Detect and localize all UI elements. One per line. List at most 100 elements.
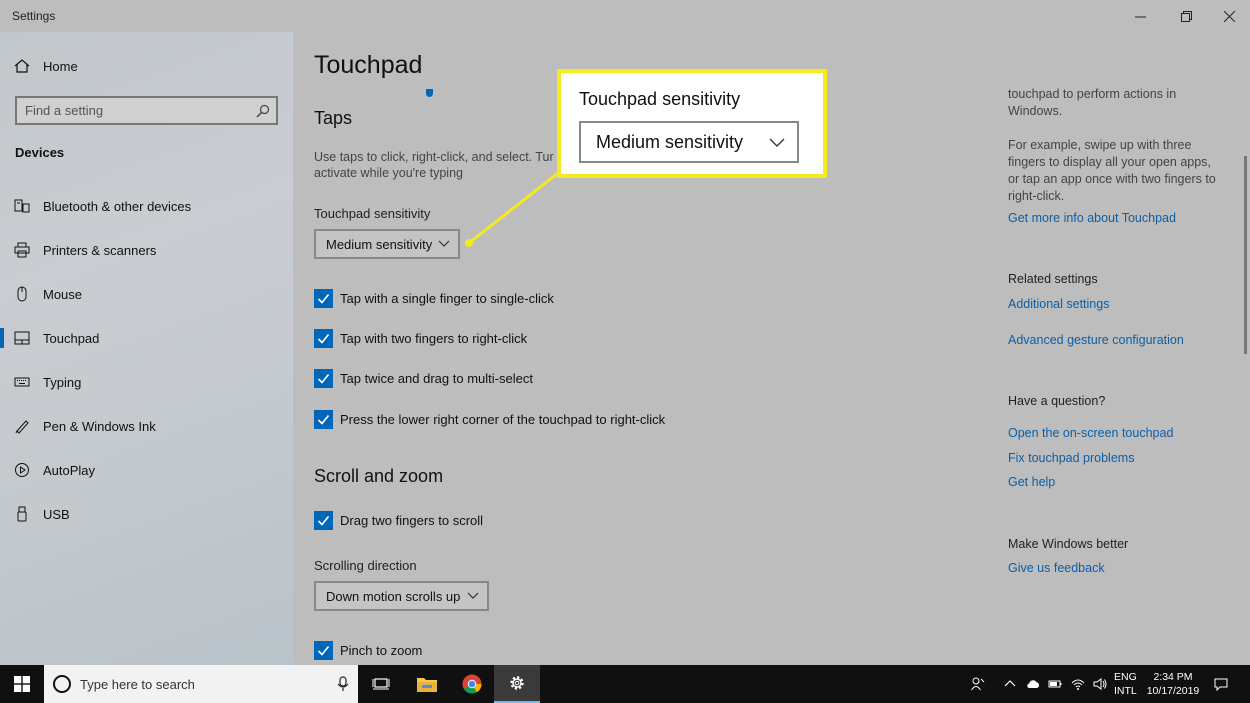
- zoom-callout: Touchpad sensitivity Medium sensitivity: [557, 69, 827, 178]
- sidebar-item-printers[interactable]: Printers & scanners: [0, 230, 293, 270]
- sidebar-item-touchpad[interactable]: Touchpad: [0, 318, 293, 358]
- sidebar-item-label: Typing: [43, 374, 82, 390]
- mouse-icon: [14, 286, 30, 302]
- windows-logo-icon: [14, 676, 30, 692]
- scroll-indicator: [426, 89, 433, 97]
- show-hidden-icons-button[interactable]: [1000, 665, 1020, 703]
- touchpad-sensitivity-dropdown[interactable]: Medium sensitivity: [314, 229, 460, 259]
- scrolling-direction-dropdown[interactable]: Down motion scrolls up: [314, 581, 489, 611]
- sidebar-item-home[interactable]: Home: [0, 46, 293, 86]
- people-icon: [971, 677, 985, 691]
- touchpad-icon: [14, 330, 30, 346]
- scroll-zoom-heading: Scroll and zoom: [314, 466, 444, 486]
- cloud-icon: [1027, 680, 1040, 688]
- checkmark-icon: [317, 333, 330, 344]
- fix-problems-link[interactable]: Fix touchpad problems: [1008, 451, 1134, 465]
- checkbox[interactable]: [314, 368, 333, 388]
- checkbox-tap-twice-drag[interactable]: Tap twice and drag to multi-select: [314, 368, 533, 388]
- callout-sensitivity-dropdown: Medium sensitivity: [579, 121, 799, 163]
- chevron-down-icon: [467, 592, 479, 599]
- checkbox[interactable]: [314, 640, 333, 660]
- intro-text-line: Windows.: [1008, 104, 1063, 118]
- sidebar-item-label: Printers & scanners: [43, 242, 157, 258]
- checkmark-icon: [317, 293, 330, 304]
- volume-button[interactable]: [1090, 665, 1110, 703]
- sidebar-item-label: Pen & Windows Ink: [43, 418, 156, 434]
- dropdown-value: Down motion scrolls up: [326, 588, 461, 604]
- taps-description: Use taps to click, right-click, and sele…: [314, 149, 559, 181]
- maximize-button[interactable]: [1163, 0, 1209, 32]
- title-bar: Settings: [0, 0, 1250, 32]
- battery-button[interactable]: [1045, 665, 1065, 703]
- scrollbar[interactable]: [1244, 156, 1247, 354]
- checkmark-icon: [317, 414, 330, 425]
- search-input[interactable]: [25, 103, 245, 118]
- close-icon: [1223, 10, 1235, 22]
- chrome-icon: [462, 674, 482, 694]
- taskbar: Type here to search ENG INTL 2:34 PM 10/…: [0, 665, 1250, 703]
- close-button[interactable]: [1206, 0, 1250, 32]
- sidebar-item-autoplay[interactable]: AutoPlay: [0, 450, 293, 490]
- section-label-devices: Devices: [15, 145, 65, 160]
- onscreen-touchpad-link[interactable]: Open the on-screen touchpad: [1008, 426, 1173, 440]
- callout-label: Touchpad sensitivity: [579, 89, 741, 109]
- restore-icon: [1180, 10, 1192, 22]
- minimize-button[interactable]: [1117, 0, 1163, 32]
- checkbox-drag-two-fingers[interactable]: Drag two fingers to scroll: [314, 510, 483, 530]
- checkbox[interactable]: [314, 328, 333, 348]
- checkbox-lower-right-corner[interactable]: Press the lower right corner of the touc…: [314, 409, 665, 429]
- checkbox-two-finger-right-click[interactable]: Tap with two fingers to right-click: [314, 328, 527, 348]
- sidebar-item-mouse[interactable]: Mouse: [0, 274, 293, 314]
- sidebar-item-label: USB: [43, 506, 70, 522]
- example-text-line: fingers to display all your open apps,: [1008, 155, 1211, 169]
- checkbox[interactable]: [314, 409, 333, 429]
- people-button[interactable]: [966, 665, 990, 703]
- callout-dropdown-value: Medium sensitivity: [596, 131, 744, 152]
- checkbox-label: Press the lower right corner of the touc…: [340, 411, 666, 427]
- checkbox[interactable]: [314, 288, 333, 308]
- sidebar-item-typing[interactable]: Typing: [0, 362, 293, 402]
- task-view-button[interactable]: [358, 665, 404, 703]
- more-info-link[interactable]: Get more info about Touchpad: [1008, 211, 1176, 225]
- checkbox[interactable]: [314, 510, 333, 530]
- action-center-button[interactable]: [1208, 665, 1234, 703]
- language-code: ENG: [1114, 671, 1137, 683]
- taps-heading: Taps: [314, 108, 353, 128]
- get-help-link[interactable]: Get help: [1008, 475, 1055, 489]
- app-title: Settings: [12, 9, 56, 23]
- feedback-link[interactable]: Give us feedback: [1008, 561, 1105, 575]
- sidebar-item-label: Mouse: [43, 286, 83, 302]
- autoplay-icon: [14, 462, 30, 478]
- sidebar-item-label: AutoPlay: [43, 462, 96, 478]
- find-setting-search[interactable]: [15, 96, 278, 125]
- start-button[interactable]: [0, 665, 44, 703]
- chevron-down-icon: [769, 138, 785, 147]
- settings-taskbar-button[interactable]: [494, 665, 540, 703]
- sidebar-item-usb[interactable]: USB: [0, 494, 293, 534]
- sidebar-item-bluetooth[interactable]: Bluetooth & other devices: [0, 186, 293, 226]
- onedrive-button[interactable]: [1023, 665, 1043, 703]
- clock-time: 2:34 PM: [1153, 671, 1193, 683]
- chrome-button[interactable]: [449, 665, 495, 703]
- file-explorer-button[interactable]: [404, 665, 450, 703]
- cortana-icon: [53, 675, 71, 693]
- input-language-indicator[interactable]: ENG INTL: [1114, 670, 1137, 698]
- sidebar-item-pen[interactable]: Pen & Windows Ink: [0, 406, 293, 446]
- search-icon: [256, 104, 270, 118]
- network-button[interactable]: [1068, 665, 1088, 703]
- additional-settings-link[interactable]: Additional settings: [1008, 297, 1109, 311]
- volume-icon: [1093, 678, 1107, 690]
- checkbox-single-finger-click[interactable]: Tap with a single finger to single-click: [314, 288, 554, 308]
- taskbar-search-box[interactable]: Type here to search: [44, 665, 358, 703]
- taps-description-line: Use taps to click, right-click, and sele…: [314, 150, 554, 164]
- checkbox-label: Tap with a single finger to single-click: [340, 290, 554, 306]
- microphone-icon[interactable]: [336, 676, 350, 692]
- checkbox-pinch-zoom[interactable]: Pinch to zoom: [314, 640, 422, 660]
- dropdown-value: Medium sensitivity: [326, 236, 433, 252]
- make-windows-better-heading: Make Windows better: [1008, 537, 1129, 551]
- checkmark-icon: [317, 373, 330, 384]
- page-title: Touchpad: [314, 51, 423, 79]
- folder-icon: [417, 678, 437, 692]
- advanced-gesture-link[interactable]: Advanced gesture configuration: [1008, 333, 1184, 347]
- taskbar-clock[interactable]: 2:34 PM 10/17/2019: [1143, 670, 1203, 698]
